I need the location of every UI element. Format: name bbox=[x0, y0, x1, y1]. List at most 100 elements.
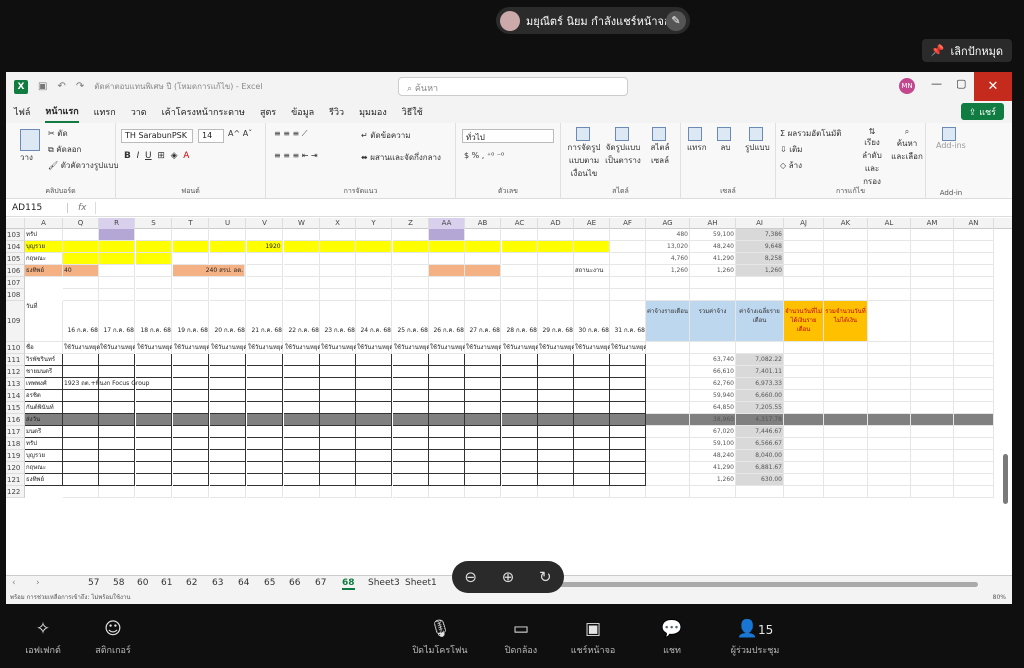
cell[interactable] bbox=[824, 342, 868, 354]
cell[interactable] bbox=[247, 414, 283, 426]
cell[interactable] bbox=[320, 390, 356, 402]
sheet-tab[interactable]: Sheet3 bbox=[368, 578, 400, 588]
cell[interactable] bbox=[538, 438, 574, 450]
cell[interactable] bbox=[610, 438, 646, 450]
cell[interactable] bbox=[911, 438, 954, 450]
cell[interactable] bbox=[911, 474, 954, 486]
cell[interactable] bbox=[911, 402, 954, 414]
cell[interactable] bbox=[247, 354, 283, 366]
value-cell[interactable]: 7,205.55 bbox=[736, 402, 784, 414]
cell[interactable] bbox=[824, 253, 868, 265]
row-header[interactable]: 106 bbox=[6, 265, 25, 277]
format-table-button[interactable]: จัดรูปแบบเป็นตาราง bbox=[605, 127, 641, 167]
cell[interactable] bbox=[784, 474, 824, 486]
cell[interactable] bbox=[538, 462, 574, 474]
row-name-cell[interactable]: อรชิต bbox=[25, 390, 63, 402]
cell[interactable] bbox=[356, 289, 392, 301]
value-cell[interactable]: 480 bbox=[646, 229, 690, 241]
cell[interactable] bbox=[538, 426, 574, 438]
cell[interactable] bbox=[247, 229, 283, 241]
cell[interactable] bbox=[868, 390, 911, 402]
cell[interactable] bbox=[284, 450, 320, 462]
cell[interactable] bbox=[320, 474, 356, 486]
cell[interactable] bbox=[784, 229, 824, 241]
cell[interactable] bbox=[574, 366, 610, 378]
cell[interactable] bbox=[538, 486, 574, 498]
date-header[interactable]: 25 ก.ค. 68 bbox=[393, 301, 429, 342]
cell[interactable] bbox=[954, 474, 994, 486]
cell[interactable] bbox=[538, 277, 574, 289]
cell[interactable] bbox=[784, 253, 824, 265]
cell[interactable] bbox=[429, 450, 465, 462]
cell[interactable] bbox=[784, 366, 824, 378]
tab-file[interactable]: ไฟล์ bbox=[14, 102, 30, 122]
value-cell[interactable]: 59,100 bbox=[690, 229, 736, 241]
cell[interactable] bbox=[393, 354, 429, 366]
cell[interactable] bbox=[320, 486, 356, 498]
cell[interactable] bbox=[538, 366, 574, 378]
cell[interactable] bbox=[63, 366, 99, 378]
cell[interactable] bbox=[284, 265, 320, 277]
cell[interactable] bbox=[646, 354, 690, 366]
cell[interactable] bbox=[868, 450, 911, 462]
cell[interactable] bbox=[356, 414, 392, 426]
cell[interactable] bbox=[429, 229, 465, 241]
cell[interactable] bbox=[646, 342, 690, 354]
cell[interactable] bbox=[173, 414, 209, 426]
cell[interactable] bbox=[784, 342, 824, 354]
cell[interactable] bbox=[954, 366, 994, 378]
value-cell[interactable]: 630.00 bbox=[736, 474, 784, 486]
row-header[interactable]: 119 bbox=[6, 450, 25, 462]
cell[interactable] bbox=[320, 354, 356, 366]
cell[interactable] bbox=[868, 253, 911, 265]
cell[interactable] bbox=[465, 253, 501, 265]
cell[interactable] bbox=[210, 486, 246, 498]
cell[interactable] bbox=[465, 486, 501, 498]
cell[interactable] bbox=[429, 474, 465, 486]
cell[interactable] bbox=[136, 229, 172, 241]
cut-button[interactable]: ✂ ตัด bbox=[48, 127, 68, 140]
cell[interactable] bbox=[610, 241, 646, 253]
cell[interactable] bbox=[63, 486, 99, 498]
value-cell[interactable]: 6,660.00 bbox=[736, 390, 784, 402]
cell[interactable] bbox=[954, 414, 994, 426]
cell[interactable] bbox=[429, 426, 465, 438]
cell[interactable] bbox=[911, 366, 954, 378]
cell[interactable] bbox=[824, 402, 868, 414]
cell[interactable] bbox=[824, 277, 868, 289]
cell[interactable] bbox=[784, 438, 824, 450]
cell[interactable] bbox=[465, 438, 501, 450]
cell[interactable] bbox=[824, 241, 868, 253]
cell[interactable] bbox=[173, 474, 209, 486]
cell[interactable] bbox=[911, 241, 954, 253]
value-cell[interactable]: 48,240 bbox=[690, 241, 736, 253]
value-cell[interactable]: 7,386 bbox=[736, 229, 784, 241]
value-cell[interactable]: 38,960 bbox=[690, 414, 736, 426]
cell[interactable] bbox=[868, 474, 911, 486]
column-header[interactable]: AA bbox=[429, 218, 465, 229]
cell[interactable] bbox=[247, 277, 283, 289]
row-name-cell[interactable]: บุญรวย bbox=[25, 450, 63, 462]
cell[interactable] bbox=[247, 265, 283, 277]
cell[interactable] bbox=[393, 486, 429, 498]
cell[interactable] bbox=[247, 366, 283, 378]
cell[interactable] bbox=[911, 450, 954, 462]
sheet-tab[interactable]: 61 bbox=[161, 578, 172, 588]
maximize-icon[interactable]: ▢ bbox=[956, 77, 966, 90]
date-header[interactable]: 24 ก.ค. 68 bbox=[356, 301, 392, 342]
cell[interactable] bbox=[502, 402, 538, 414]
value-cell[interactable]: 63,740 bbox=[690, 354, 736, 366]
cell[interactable] bbox=[99, 426, 135, 438]
value-cell[interactable]: 41,290 bbox=[690, 253, 736, 265]
cell[interactable] bbox=[954, 462, 994, 474]
cell[interactable] bbox=[824, 229, 868, 241]
cell[interactable] bbox=[247, 462, 283, 474]
summary-header[interactable]: จำนวนวันที่ไม่ได้เงินรายเดือน bbox=[784, 301, 824, 342]
cell[interactable] bbox=[356, 265, 392, 277]
note-cell[interactable]: ใช้วันงานหยุด bbox=[320, 342, 356, 354]
cell[interactable] bbox=[610, 450, 646, 462]
cell[interactable] bbox=[284, 390, 320, 402]
cell[interactable] bbox=[574, 402, 610, 414]
cell[interactable] bbox=[247, 474, 283, 486]
cell[interactable] bbox=[63, 462, 99, 474]
